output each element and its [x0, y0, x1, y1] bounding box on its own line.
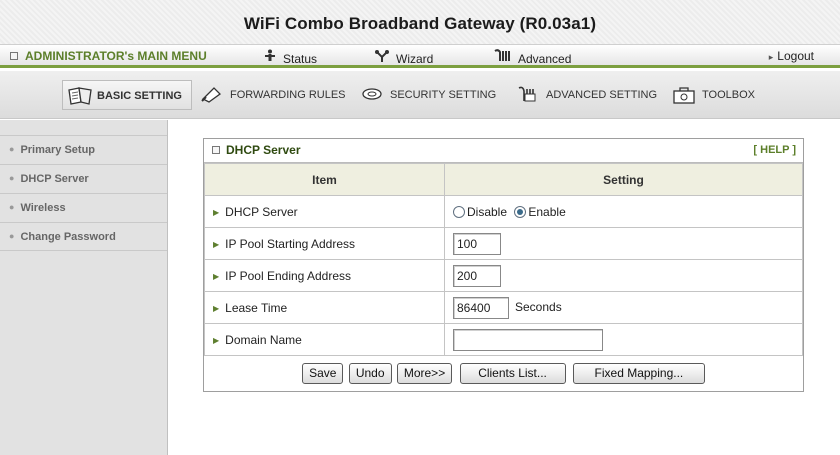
advanced-menu-item[interactable]: Advanced [494, 49, 571, 66]
fixed-mapping-button[interactable]: Fixed Mapping... [572, 363, 705, 384]
pool-start-input[interactable]: 100 [453, 232, 501, 255]
radio-unchecked-icon [453, 205, 465, 218]
lease-time-unit: Seconds [515, 299, 562, 314]
tab-basic-setting-label: BASIC SETTING [97, 90, 182, 102]
settings-table: Item Setting ▶ DHCP Server Disable Enable… [204, 163, 803, 356]
sidebar-item-primary-setup[interactable]: ● Primary Setup [0, 135, 167, 164]
arrow-right-icon: ▶ [213, 335, 220, 345]
arrow-right-icon: ▶ [213, 303, 220, 313]
lease-time-input[interactable]: 86400 [453, 296, 509, 319]
pool-end-label: IP Pool Ending Address [225, 268, 352, 283]
panel-title: DHCP Server [226, 143, 301, 157]
save-button[interactable]: Save [302, 363, 344, 384]
advanced-setting-icon [516, 85, 540, 103]
radio-checked-icon [514, 205, 527, 218]
arrow-right-icon: ▶ [213, 271, 220, 281]
column-header-setting: Setting [444, 163, 803, 196]
forwarding-rules-icon [200, 85, 224, 103]
dhcp-enable-label: Enable [528, 204, 566, 219]
table-row: ▶ IP Pool Starting Address 100 [204, 227, 803, 260]
panel-header: DHCP Server [ HELP ] [204, 139, 803, 163]
tab-basic-setting[interactable]: BASIC SETTING [62, 80, 192, 110]
table-row: ▶ DHCP Server Disable Enable [204, 195, 803, 228]
pool-end-input[interactable]: 200 [453, 264, 501, 287]
arrow-right-icon: ▶ [213, 207, 220, 217]
advanced-menu-label: Advanced [518, 52, 572, 66]
help-link[interactable]: [ HELP ] [753, 139, 796, 162]
pool-start-label: IP Pool Starting Address [225, 236, 356, 251]
domain-name-label: Domain Name [225, 332, 302, 347]
panel-square-icon [212, 146, 220, 154]
wizard-menu-item[interactable]: Wizard [374, 49, 433, 66]
sidebar-item-label: Primary Setup [20, 144, 96, 156]
tab-forwarding-rules[interactable]: FORWARDING RULES [200, 80, 346, 110]
wizard-menu-label: Wizard [396, 52, 434, 66]
dhcp-disable-label: Disable [467, 204, 508, 219]
table-row: ▶ Lease Time 86400 Seconds [204, 291, 803, 324]
chevron-right-icon: ▸ [768, 52, 774, 62]
table-header-row: Item Setting [204, 163, 803, 196]
dhcp-enable-radio[interactable]: Enable [514, 204, 566, 219]
undo-button[interactable]: Undo [348, 363, 392, 384]
status-icon [263, 49, 277, 66]
section-tab-bar: BASIC SETTING FORWARDING RULES SECURITY … [0, 71, 840, 119]
bullet-icon: ● [9, 202, 15, 212]
tab-toolbox[interactable]: TOOLBOX [672, 80, 755, 110]
title-bar: WiFi Combo Broadband Gateway (R0.03a1) [0, 0, 840, 44]
tab-security-setting-label: SECURITY SETTING [390, 89, 497, 101]
tab-advanced-setting[interactable]: ADVANCED SETTING [516, 80, 657, 110]
page-title: WiFi Combo Broadband Gateway (R0.03a1) [243, 14, 597, 33]
table-row: ▶ Domain Name [204, 323, 803, 356]
dhcp-server-label: DHCP Server [225, 204, 298, 219]
tab-security-setting[interactable]: SECURITY SETTING [360, 80, 496, 110]
table-row: ▶ IP Pool Ending Address 200 [204, 259, 803, 292]
status-menu-item[interactable]: Status [263, 49, 317, 66]
button-row: Save Undo More>> Clients List... Fixed M… [204, 356, 803, 392]
lease-time-label: Lease Time [225, 300, 288, 315]
sidebar-item-label: Change Password [20, 231, 116, 243]
logout-label: Logout [777, 49, 814, 63]
column-header-item: Item [204, 163, 445, 196]
basic-setting-icon [67, 86, 92, 105]
sidebar-item-label: Wireless [20, 202, 66, 214]
dhcp-server-panel: DHCP Server [ HELP ] Item Setting ▶ DHCP … [203, 138, 804, 392]
sidebar-item-change-password[interactable]: ● Change Password [0, 222, 167, 251]
sidebar-item-dhcp-server[interactable]: ● DHCP Server [0, 164, 167, 193]
menu-square-icon [10, 52, 18, 60]
sidebar-item-wireless[interactable]: ● Wireless [0, 193, 167, 222]
admin-main-menu-label: ADMINISTRATOR's MAIN MENU [25, 49, 207, 63]
tab-toolbox-label: TOOLBOX [702, 89, 755, 101]
wizard-icon [374, 49, 390, 66]
clients-list-button[interactable]: Clients List... [459, 363, 566, 384]
logout-link[interactable]: ▸ Logout [769, 49, 814, 63]
status-menu-label: Status [283, 52, 318, 66]
bullet-icon: ● [9, 173, 15, 183]
bullet-icon: ● [9, 144, 15, 154]
security-setting-icon [360, 85, 384, 103]
tab-forwarding-rules-label: FORWARDING RULES [230, 89, 346, 101]
tab-advanced-setting-label: ADVANCED SETTING [546, 89, 658, 101]
main-menu-bar: ADMINISTRATOR's MAIN MENU Status Wizard … [0, 44, 840, 68]
toolbox-icon [672, 85, 696, 104]
bullet-icon: ● [9, 231, 15, 241]
more-button[interactable]: More>> [396, 363, 453, 384]
dhcp-disable-radio[interactable]: Disable [453, 205, 507, 219]
sidebar: ● Primary Setup ● DHCP Server ● Wireless ● C… [0, 120, 168, 455]
advanced-icon [494, 49, 512, 66]
arrow-right-icon: ▶ [213, 239, 220, 249]
domain-name-input[interactable] [453, 328, 603, 351]
sidebar-item-label: DHCP Server [20, 173, 89, 185]
admin-main-menu-link[interactable]: ADMINISTRATOR's MAIN MENU [10, 49, 207, 63]
